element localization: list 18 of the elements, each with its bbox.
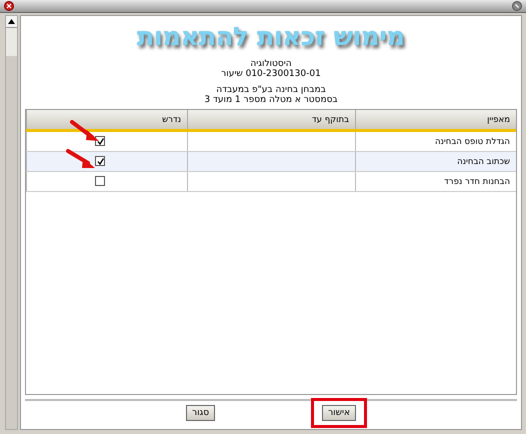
- table-cell: הבחנות חדר נפרד: [356, 172, 516, 192]
- column-header: בתוקף עד: [188, 110, 356, 130]
- checkbox[interactable]: [95, 156, 105, 166]
- scroll-up-icon[interactable]: [8, 19, 15, 24]
- scrollbar[interactable]: [5, 15, 18, 430]
- checkbox[interactable]: [95, 136, 105, 146]
- confirm-button[interactable]: סגור: [186, 405, 216, 421]
- page-title: מימוש זכאות להתאמות: [137, 22, 405, 51]
- info-line: 010-2300130-01 שיעור: [220, 69, 322, 79]
- close-icon[interactable]: [4, 1, 14, 11]
- table-cell: שכתוב הבחינה: [356, 152, 516, 172]
- close-button[interactable]: אישור: [322, 405, 356, 421]
- checkbox[interactable]: [95, 176, 105, 186]
- column-header: מאפיין: [356, 110, 516, 130]
- info-line: בסמסטר א מטלה מספר 1 מועד 3: [203, 95, 339, 105]
- info-line: היסטולוגיה: [249, 59, 293, 69]
- info-line: במבחן בחינה בע"פ במעבדה: [215, 85, 327, 95]
- column-header: נדרש: [26, 110, 188, 130]
